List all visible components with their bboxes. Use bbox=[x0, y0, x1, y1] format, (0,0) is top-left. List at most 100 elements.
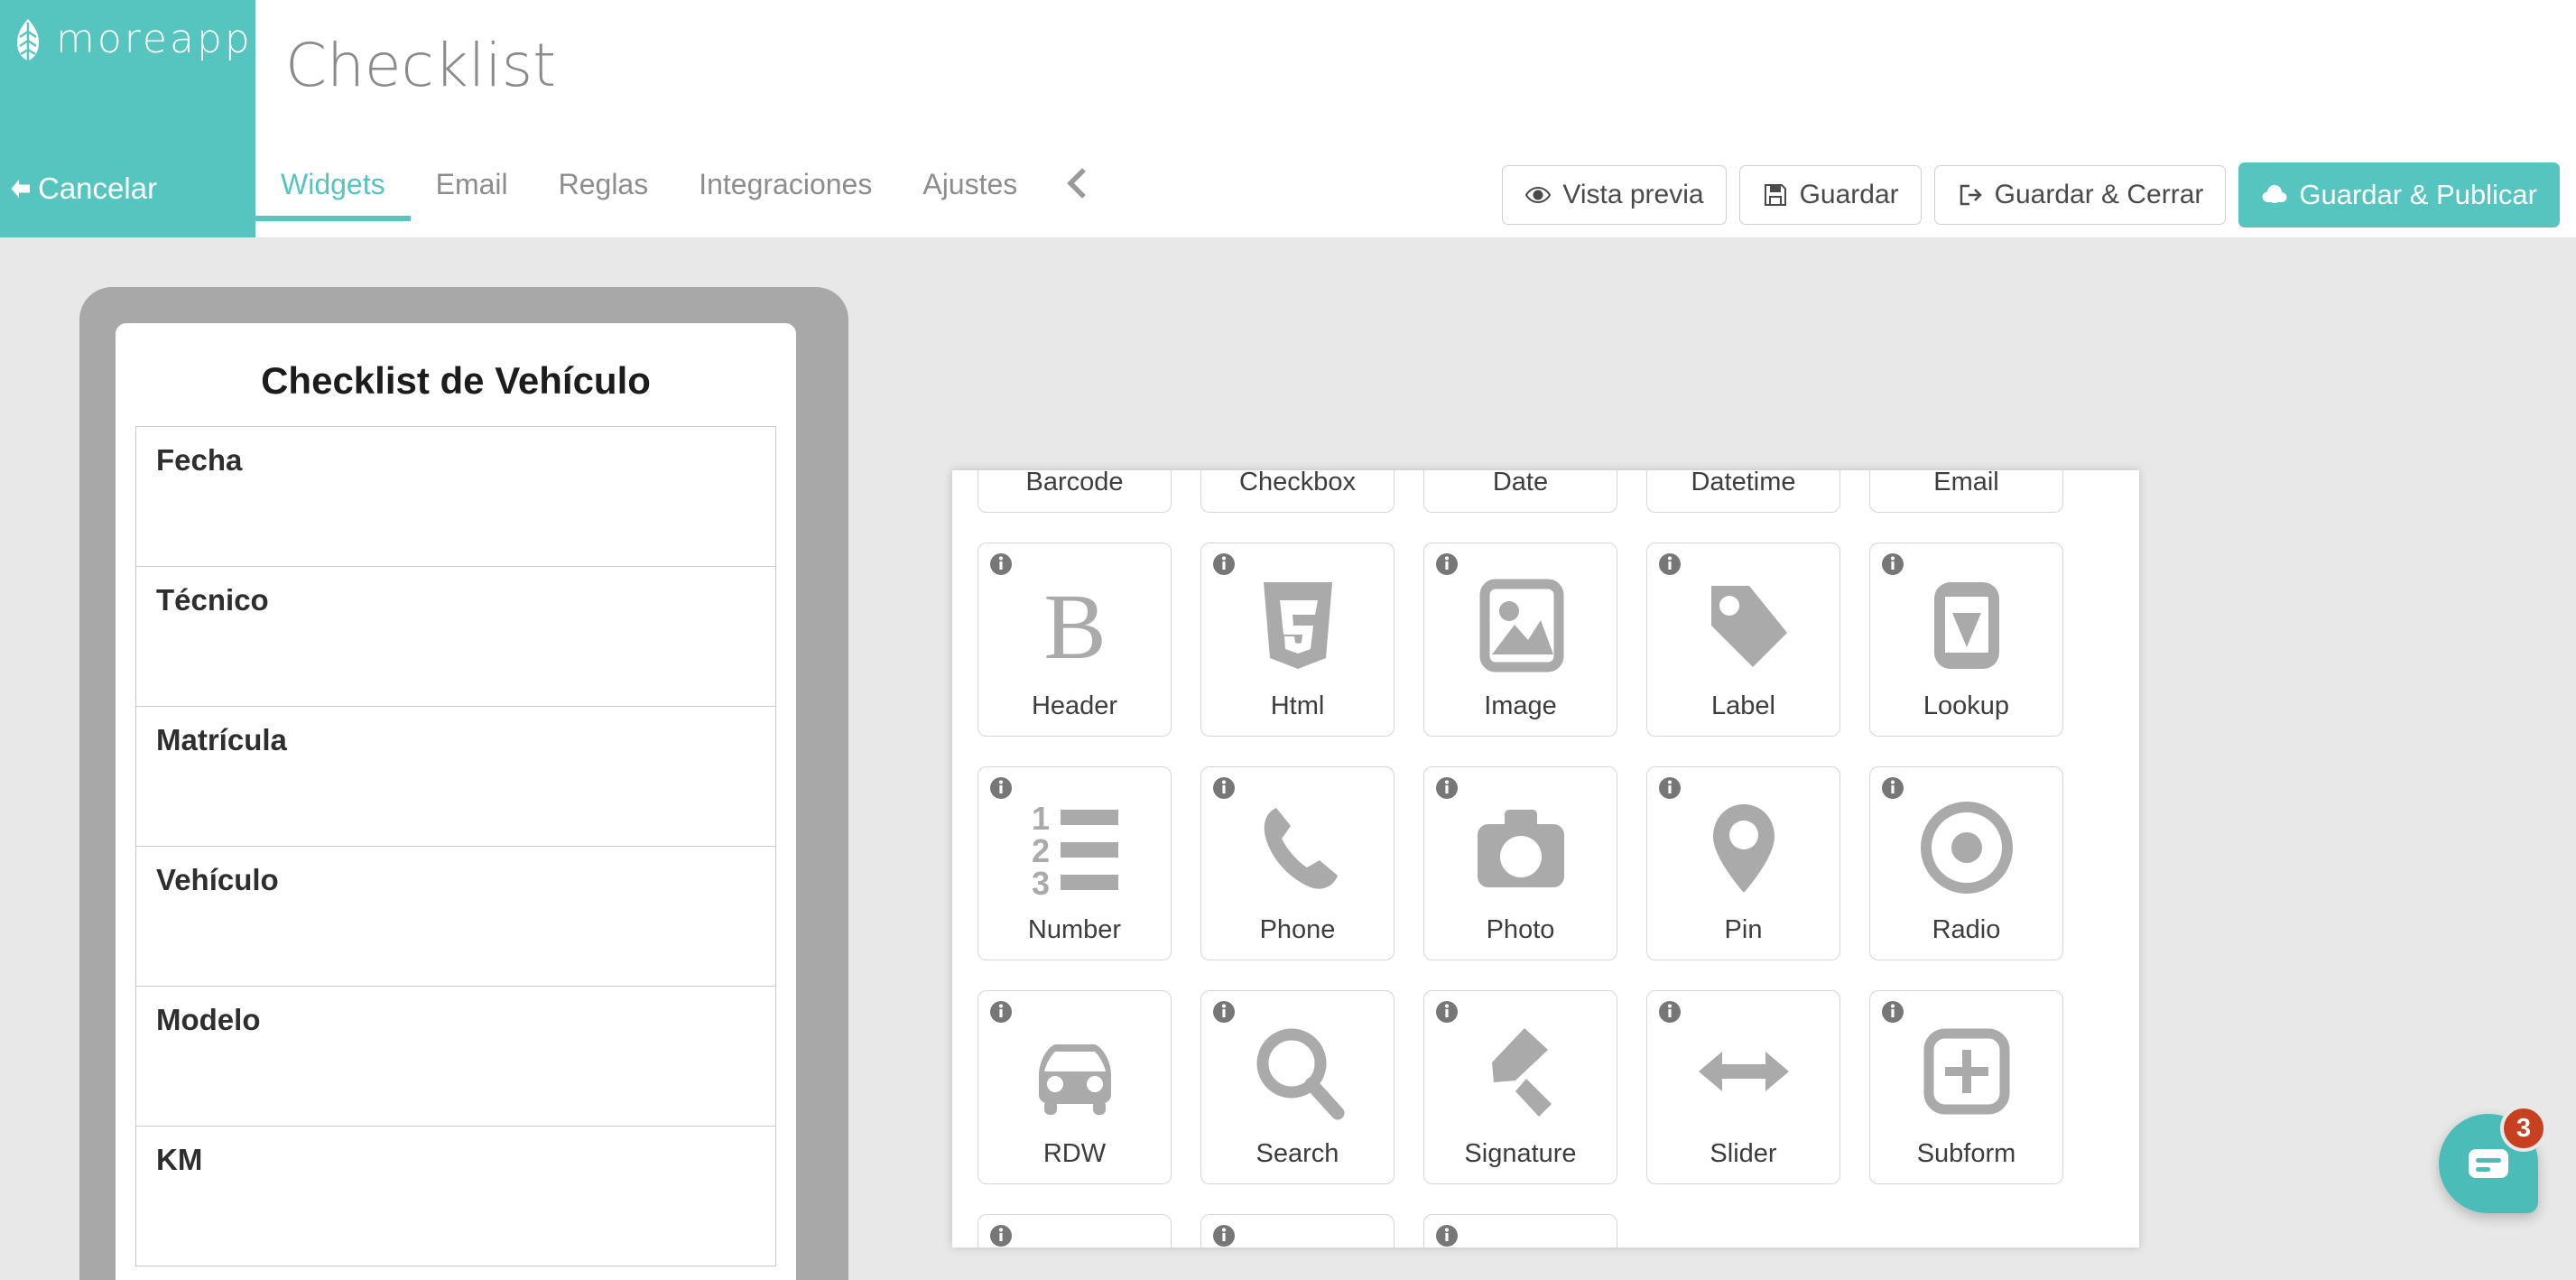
tab-ajustes[interactable]: Ajustes bbox=[897, 161, 1042, 221]
widget-label: Datetime bbox=[1691, 470, 1796, 496]
form-field-label: Técnico bbox=[156, 583, 269, 617]
form-field[interactable]: Técnico bbox=[136, 567, 775, 707]
save-button[interactable]: Guardar bbox=[1738, 165, 1922, 225]
info-icon[interactable] bbox=[989, 1224, 1013, 1248]
signature-pen-icon bbox=[1491, 1028, 1552, 1117]
svg-text:1: 1 bbox=[1032, 800, 1050, 837]
tab-email[interactable]: Email bbox=[411, 161, 533, 221]
tab-integraciones[interactable]: Integraciones bbox=[673, 161, 897, 221]
widget-card-phone[interactable]: Phone bbox=[1200, 766, 1395, 960]
phone-handset-icon bbox=[1264, 808, 1338, 889]
device-preview-frame: Checklist de Vehículo Fecha Técnico Matr… bbox=[79, 287, 848, 1280]
info-icon[interactable] bbox=[989, 776, 1013, 800]
tab-reglas[interactable]: Reglas bbox=[533, 161, 674, 221]
widget-card-subform[interactable]: Subform bbox=[1869, 990, 2063, 1184]
widget-label: Date bbox=[1492, 470, 1549, 496]
save-and-publish-button[interactable]: Guardar & Publicar bbox=[2238, 162, 2560, 227]
widget-card-label[interactable]: Label bbox=[1646, 543, 1840, 737]
widget-card-pin[interactable]: Pin bbox=[1646, 766, 1840, 960]
widget-card-time[interactable]: Time bbox=[1423, 1214, 1617, 1248]
widget-card-rdw[interactable]: RDW bbox=[978, 990, 1172, 1184]
form-field-label: Matrícula bbox=[156, 723, 287, 756]
svg-text:B: B bbox=[1043, 575, 1106, 672]
bold-b-icon: B bbox=[1043, 575, 1106, 672]
widget-card-date[interactable]: Date bbox=[1423, 470, 1617, 513]
cloud-upload-icon bbox=[2262, 185, 2287, 203]
info-icon[interactable] bbox=[1435, 776, 1459, 800]
chat-unread-badge: 3 bbox=[2500, 1105, 2547, 1152]
widget-card-datetime[interactable]: Datetime bbox=[1646, 470, 1840, 513]
tab-ajustes-label: Ajustes bbox=[922, 168, 1018, 200]
form-field[interactable]: Fecha bbox=[136, 427, 775, 567]
info-icon[interactable] bbox=[1658, 1000, 1682, 1024]
collapse-tabs-button[interactable] bbox=[1042, 161, 1109, 218]
plus-box-icon bbox=[1923, 1028, 2009, 1115]
tab-widgets-label: Widgets bbox=[281, 168, 385, 200]
widget-label: Signature bbox=[1464, 1139, 1577, 1168]
form-field-label: KM bbox=[156, 1143, 203, 1176]
cancel-button[interactable]: Cancelar bbox=[7, 172, 157, 206]
save-button-label: Guardar bbox=[1799, 180, 1899, 209]
info-icon[interactable] bbox=[1212, 1224, 1236, 1248]
widget-card-barcode[interactable]: Barcode bbox=[978, 470, 1172, 513]
form-field[interactable]: Modelo bbox=[136, 987, 775, 1127]
widget-card-text-area[interactable]: Text Area bbox=[1200, 1214, 1395, 1248]
info-icon[interactable] bbox=[1881, 552, 1904, 576]
widget-card-email[interactable]: Email bbox=[1869, 470, 2063, 513]
widget-card-photo[interactable]: Photo bbox=[1423, 766, 1617, 960]
chat-icon bbox=[2469, 1149, 2508, 1178]
widget-card-checkbox[interactable]: Checkbox bbox=[1200, 470, 1395, 513]
numbered-list-icon: 123 bbox=[1032, 800, 1118, 896]
main-area: Checklist de Vehículo Fecha Técnico Matr… bbox=[0, 237, 2576, 1280]
form-field[interactable]: Vehículo bbox=[136, 847, 775, 987]
info-icon[interactable] bbox=[1881, 776, 1904, 800]
widget-label: Checkbox bbox=[1239, 470, 1356, 496]
info-icon[interactable] bbox=[1212, 1000, 1236, 1024]
info-icon[interactable] bbox=[989, 552, 1013, 576]
info-icon[interactable] bbox=[1212, 776, 1236, 800]
form-field[interactable]: KM bbox=[136, 1127, 775, 1266]
widget-card-search[interactable]: Search bbox=[1200, 990, 1395, 1184]
widget-label: RDW bbox=[1042, 1139, 1107, 1168]
info-icon[interactable] bbox=[1658, 552, 1682, 576]
info-icon[interactable] bbox=[1435, 552, 1459, 576]
info-icon[interactable] bbox=[1658, 776, 1682, 800]
preview-button[interactable]: Vista previa bbox=[1502, 165, 1727, 225]
widget-card-signature[interactable]: Signature bbox=[1423, 990, 1617, 1184]
cancel-button-label: Cancelar bbox=[38, 172, 158, 205]
save-and-close-button-label: Guardar & Cerrar bbox=[1994, 180, 2204, 209]
preview-button-label: Vista previa bbox=[1562, 180, 1704, 209]
tab-bar: Widgets Email Reglas Integraciones Ajust… bbox=[255, 161, 1109, 237]
widget-card-lookup[interactable]: Lookup bbox=[1869, 543, 2063, 737]
widget-label: Html bbox=[1270, 691, 1325, 720]
brand-panel: moreapp Cancelar bbox=[0, 0, 255, 237]
widget-card-header[interactable]: B Header bbox=[978, 543, 1172, 737]
widget-card-number[interactable]: 1 2 3 Number bbox=[978, 766, 1172, 960]
chat-widget[interactable]: 3 bbox=[2439, 1105, 2547, 1213]
widget-label: Search bbox=[1256, 1139, 1339, 1168]
tab-reglas-label: Reglas bbox=[558, 168, 649, 200]
info-icon[interactable] bbox=[1881, 1000, 1904, 1024]
info-icon[interactable] bbox=[1212, 552, 1236, 576]
camera-icon bbox=[1477, 810, 1564, 887]
info-icon[interactable] bbox=[989, 1000, 1013, 1024]
device-screen: Checklist de Vehículo Fecha Técnico Matr… bbox=[116, 323, 796, 1280]
info-icon[interactable] bbox=[1435, 1224, 1459, 1248]
widget-label: Image bbox=[1484, 691, 1557, 720]
app-logo-text: moreapp bbox=[56, 16, 253, 62]
tab-integraciones-label: Integraciones bbox=[699, 168, 873, 200]
widget-card-radio[interactable]: Radio bbox=[1869, 766, 2063, 960]
widget-label: Slider bbox=[1710, 1139, 1777, 1168]
widget-label: Pin bbox=[1724, 915, 1763, 944]
widget-card-image[interactable]: Image bbox=[1423, 543, 1617, 737]
info-icon[interactable] bbox=[1435, 1000, 1459, 1024]
widget-card-slider[interactable]: Slider bbox=[1646, 990, 1840, 1184]
save-and-close-button[interactable]: Guardar & Cerrar bbox=[1933, 165, 2227, 225]
map-pin-icon bbox=[1712, 804, 1774, 893]
leaf-icon bbox=[17, 18, 39, 60]
widget-card-html[interactable]: Html bbox=[1200, 543, 1395, 737]
widget-card-text[interactable]: Text bbox=[978, 1214, 1172, 1248]
tab-widgets[interactable]: Widgets bbox=[255, 161, 411, 221]
form-field[interactable]: Matrícula bbox=[136, 707, 775, 847]
widget-label: Subform bbox=[1916, 1139, 2016, 1168]
